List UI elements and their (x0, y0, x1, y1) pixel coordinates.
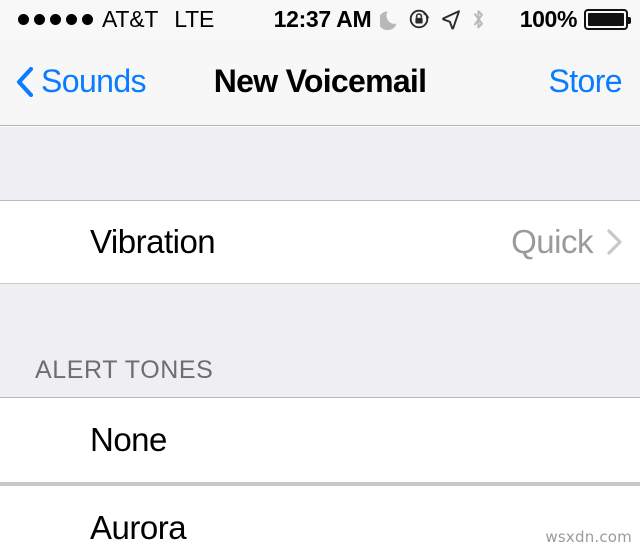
navigation-bar: Sounds New Voicemail Store (0, 38, 640, 126)
radio-type-label: LTE (174, 5, 215, 32)
store-button[interactable]: Store (549, 38, 623, 125)
signal-strength-dots (18, 13, 93, 25)
tone-label: None (90, 421, 167, 458)
status-bar-clock: 12:37 AM (273, 5, 372, 32)
chevron-left-icon (16, 66, 33, 97)
back-button-label: Sounds (41, 63, 147, 99)
chevron-right-icon (607, 229, 622, 255)
section-header-alert-tones: ALERT TONES (0, 283, 640, 398)
row-tone-aurora[interactable]: Aurora (0, 486, 640, 553)
row-tone-none[interactable]: None (0, 398, 640, 482)
tone-label: Aurora (90, 509, 187, 546)
carrier-label: AT&T (102, 5, 159, 32)
vibration-label: Vibration (90, 223, 216, 260)
settings-table: Vibration Quick ALERT TONES None Aurora (0, 127, 640, 553)
table-top-spacer (0, 127, 640, 201)
rotation-lock-icon (410, 9, 430, 29)
location-arrow-icon (442, 10, 461, 30)
battery-percent-label: 100% (519, 5, 578, 32)
status-bar: AT&T LTE 12:37 AM 100% (0, 0, 640, 38)
signal-dot (82, 13, 93, 25)
status-bar-right: 100% (519, 5, 631, 33)
battery-fill (588, 12, 624, 26)
status-bar-center: 12:37 AM (240, 6, 520, 33)
watermark: wsxdn.com (545, 528, 632, 546)
moon-icon (380, 11, 397, 30)
signal-dot (34, 13, 45, 25)
battery-icon (584, 8, 631, 30)
back-button[interactable]: Sounds (16, 38, 147, 125)
vibration-value: Quick (511, 223, 593, 260)
status-bar-left: AT&T LTE (18, 6, 214, 33)
signal-dot (18, 13, 29, 25)
signal-dot (66, 13, 77, 25)
row-vibration[interactable]: Vibration Quick (0, 201, 640, 283)
signal-dot (50, 13, 61, 25)
section-header-label: ALERT TONES (35, 356, 214, 384)
iphone-screen: AT&T LTE 12:37 AM 100% Sounds New Voicem… (0, 0, 640, 553)
bluetooth-icon (474, 9, 484, 28)
